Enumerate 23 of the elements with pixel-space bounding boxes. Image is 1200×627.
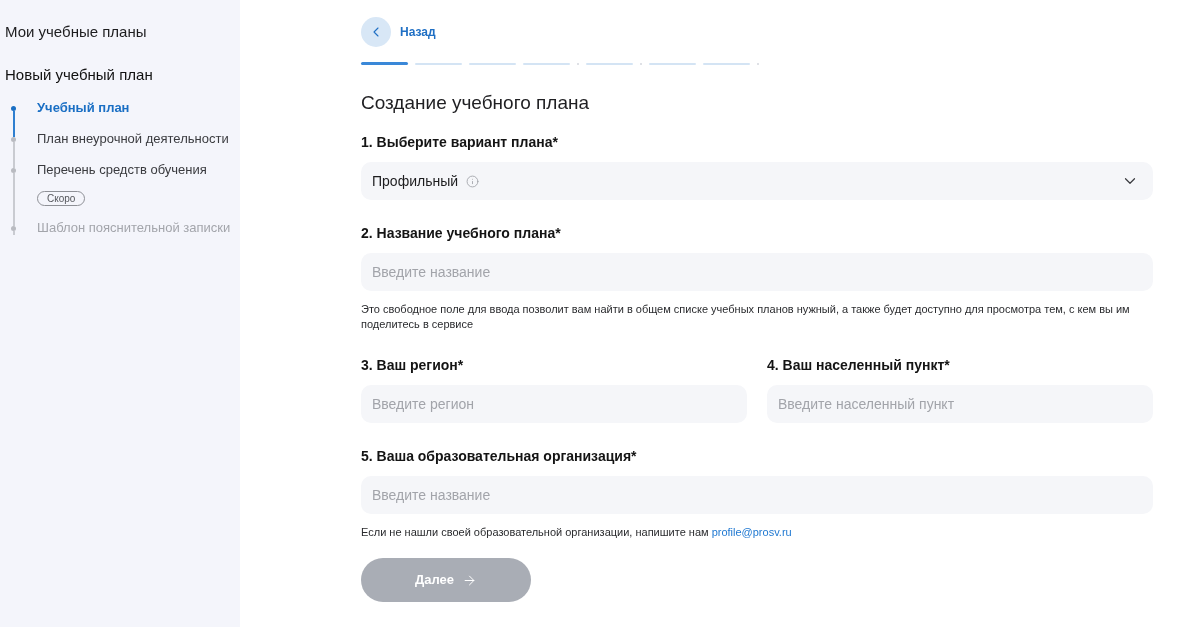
field-label: 1. Выберите вариант плана* — [361, 133, 558, 152]
field-hint: Это свободное поле для ввода позволит вам найти в общем списке учебных планов нужный, а также будет доступно для просмотра тем, с кем вы им поделитесь в сервисе — [361, 302, 1131, 332]
form-title: Создание учебного плана — [361, 91, 590, 115]
arrow-right-icon — [462, 572, 477, 588]
field-label: 2. Название учебного плана* — [361, 224, 561, 243]
back-chevron-icon — [361, 17, 391, 47]
step-link[interactable]: Учебный план — [37, 99, 130, 117]
field-label: 4. Ваш населенный пункт* — [767, 356, 950, 375]
field-hint: Если не нашли своей образовательной организации, напишите нам profile@prosv.ru — [361, 525, 793, 540]
info-icon[interactable] — [466, 174, 480, 188]
field-label: 5. Ваша образовательная организация* — [361, 447, 637, 466]
text-input[interactable]: Введите регион — [361, 385, 747, 423]
back-button[interactable]: Назад — [361, 17, 436, 47]
section-title: Новый учебный план — [5, 65, 153, 85]
email-link[interactable]: profile@prosv.ru — [711, 526, 792, 538]
step-link[interactable]: План внеурочной деятельности — [37, 130, 229, 148]
text-input[interactable]: Введите населенный пункт — [767, 385, 1153, 423]
field-label: 3. Ваш регион* — [361, 356, 464, 375]
text-input[interactable]: Введите название — [361, 476, 1153, 514]
my-plans-link[interactable]: Мои учебные планы — [5, 22, 147, 42]
text-input[interactable]: Введите название — [361, 253, 1153, 291]
plan-variant-select[interactable]: Профильный — [361, 162, 1153, 200]
step-link[interactable]: Перечень средств обучения — [37, 161, 207, 179]
